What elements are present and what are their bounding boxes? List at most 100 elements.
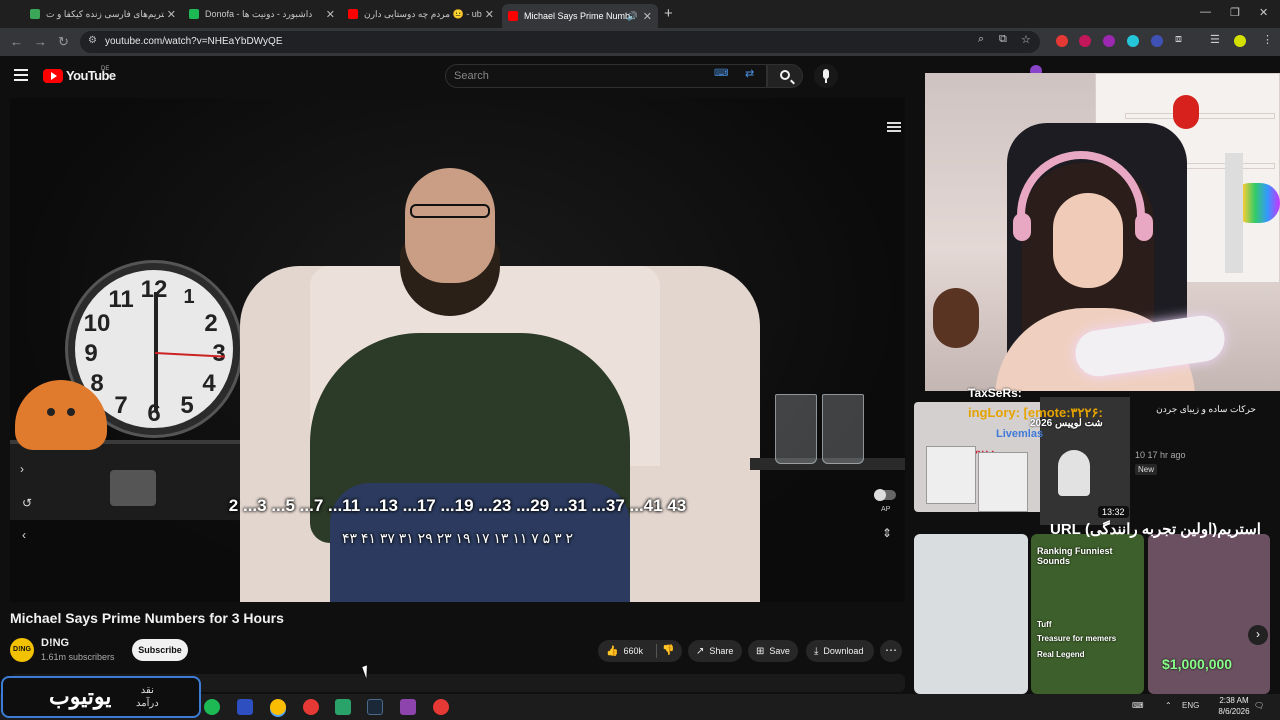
monkey-plush <box>933 288 979 348</box>
share-icon: ↗ <box>696 645 705 657</box>
clock-hour-hand <box>154 352 158 412</box>
caption-line-english: 2 ...3 ...5 ...7 ...11 ...13 ...17 ...19… <box>228 496 687 515</box>
replay-icon[interactable]: ↺ <box>22 496 32 510</box>
tab-title: Michael Says Prime Numbe <box>524 11 630 21</box>
tab-favicon-icon <box>508 11 518 21</box>
reading-list-icon[interactable]: ☰ <box>1210 33 1220 46</box>
forward-icon[interactable]: → <box>34 34 47 49</box>
back-icon[interactable]: ← <box>10 34 23 49</box>
save-button[interactable]: ⊞ Save <box>748 640 798 662</box>
share-label: Share <box>709 646 734 656</box>
cast-icon[interactable]: ⧉ <box>999 33 1007 46</box>
tab-title: مردم چه دوستایی دارن 😐 - ube <box>364 8 482 19</box>
extension-icon[interactable] <box>1127 35 1139 47</box>
url-text: youtube.com/watch?v=NHEaYbDWyQE <box>105 36 283 47</box>
subscribe-button[interactable]: Subscribe <box>132 639 188 661</box>
watermark-line: درآمد <box>136 698 159 709</box>
share-button[interactable]: ↗ Share <box>688 640 742 662</box>
address-bar[interactable]: ⚙ youtube.com/watch?v=NHEaYbDWyQE <box>80 31 1040 53</box>
presenter-glasses <box>410 204 490 218</box>
input-language[interactable]: ENG <box>1182 701 1199 710</box>
download-label: Download <box>823 646 864 656</box>
channel-avatar[interactable]: D!NG <box>10 638 34 662</box>
quality-arrows-icon[interactable]: ⇕ <box>882 526 892 540</box>
video-duration: 13:32 <box>1098 506 1129 518</box>
autoplay-toggle[interactable] <box>874 489 896 501</box>
short-list-item: Tuff <box>1037 620 1052 629</box>
extension-icon[interactable] <box>1151 35 1163 47</box>
tab-active-video[interactable]: Michael Says Prime Numbe 🔊 ✕ <box>502 4 658 28</box>
translate-extension-icon[interactable]: ⇄ <box>745 67 754 80</box>
tab-youtube-other[interactable]: مردم چه دوستایی دارن 😐 - ube ✕ <box>342 4 500 24</box>
chrome-icon[interactable] <box>270 699 286 715</box>
next-arrow-icon[interactable]: › <box>1248 625 1268 645</box>
short-video[interactable] <box>914 534 1028 694</box>
search-button[interactable] <box>767 64 803 88</box>
app-green-icon[interactable] <box>335 699 351 715</box>
watermark-side-text: نقد درآمد <box>136 684 159 710</box>
youtube-logo-icon[interactable] <box>43 69 63 83</box>
more-actions-icon[interactable]: ⋯ <box>880 640 902 662</box>
keyboard-icon[interactable]: ⌨ <box>714 68 728 79</box>
save-icon: ⊞ <box>756 645 765 657</box>
voice-search-button[interactable] <box>814 64 838 88</box>
keyboard-tray-icon[interactable]: ⌨ <box>1132 701 1144 710</box>
chat-emote <box>926 446 976 504</box>
clock-number: 11 <box>108 286 134 313</box>
short-price-text: $1,000,000 <box>1162 656 1233 672</box>
steam-icon[interactable] <box>367 699 383 715</box>
channel-name[interactable]: D!NG <box>41 637 69 649</box>
audio-playing-icon[interactable]: 🔊 <box>627 11 638 22</box>
menu-icon[interactable] <box>14 69 28 81</box>
site-info-icon[interactable]: ⚙ <box>88 35 97 46</box>
extensions-puzzle-icon[interactable]: ⧈ <box>1175 33 1182 46</box>
chat-toggle-icon[interactable] <box>887 122 901 134</box>
zoom-icon[interactable]: ⌕ <box>978 33 984 46</box>
maximize-icon[interactable]: ❐ <box>1230 6 1240 19</box>
extension-icon[interactable] <box>1056 35 1068 47</box>
notifications-icon[interactable]: 🗨 <box>1254 701 1264 710</box>
search-icon <box>780 70 790 80</box>
new-tab-button[interactable]: + <box>664 5 673 22</box>
download-button[interactable]: ⤓ Download <box>806 640 874 662</box>
close-tab-icon[interactable]: ✕ <box>326 8 335 21</box>
minimize-icon[interactable]: — <box>1200 6 1211 18</box>
video-player[interactable]: 12 1 2 3 4 5 6 7 8 9 10 11 2 ...3 ...5 .… <box>10 98 905 602</box>
like-count[interactable]: 660k <box>623 646 643 656</box>
tab-favicon-icon <box>348 9 358 19</box>
clock-number: 7 <box>114 392 128 419</box>
profile-avatar[interactable] <box>1234 35 1246 47</box>
tray-chevron-icon[interactable]: ⌃ <box>1165 701 1172 710</box>
room-lamp <box>1225 153 1243 273</box>
short-video[interactable]: Ranking Funniest Sounds Tuff Treasure fo… <box>1031 534 1144 694</box>
prev-arrow-icon[interactable]: › <box>20 462 24 476</box>
bookmark-star-icon[interactable]: ☆ <box>1021 33 1031 46</box>
close-tab-icon[interactable]: ✕ <box>643 10 652 23</box>
headset-earcup <box>1013 213 1031 241</box>
tab-favicon-icon <box>30 9 40 19</box>
thumbs-up-icon[interactable]: 👍 <box>606 646 618 657</box>
tab-favicon-icon <box>189 9 199 19</box>
stats-app-icon[interactable] <box>237 699 253 715</box>
search-input[interactable] <box>454 68 694 84</box>
close-window-icon[interactable]: ✕ <box>1259 6 1268 19</box>
extension-icon[interactable] <box>1103 35 1115 47</box>
browser-tab-strip: استریم‌های فارسی زنده کیکفا و ت ✕ Donofa… <box>0 0 1280 28</box>
close-tab-icon[interactable]: ✕ <box>485 8 494 21</box>
spotify-icon[interactable] <box>204 699 220 715</box>
browser-menu-icon[interactable]: ⋮ <box>1262 33 1273 46</box>
recommended-title[interactable]: حرکات ساده و زیبای جردن <box>1146 404 1256 415</box>
back-arrow-icon[interactable]: ‹ <box>22 528 26 542</box>
water-glass <box>775 394 817 464</box>
tab-kickfa[interactable]: استریم‌های فارسی زنده کیکفا و ت ✕ <box>24 4 182 24</box>
close-tab-icon[interactable]: ✕ <box>167 8 176 21</box>
app-purple-icon[interactable] <box>400 699 416 715</box>
obs-icon[interactable] <box>433 699 449 715</box>
extension-icon[interactable] <box>1079 35 1091 47</box>
tab-donofa[interactable]: Donofa - داشبورد - دونیت ها ✕ <box>183 4 341 24</box>
clock-number: 5 <box>180 392 194 419</box>
app-red-icon[interactable] <box>303 699 319 715</box>
thumbs-down-icon[interactable]: 👎 <box>662 645 674 656</box>
watermark-main-text: یوتیوب <box>49 684 112 709</box>
reload-icon[interactable]: ↻ <box>58 34 69 50</box>
